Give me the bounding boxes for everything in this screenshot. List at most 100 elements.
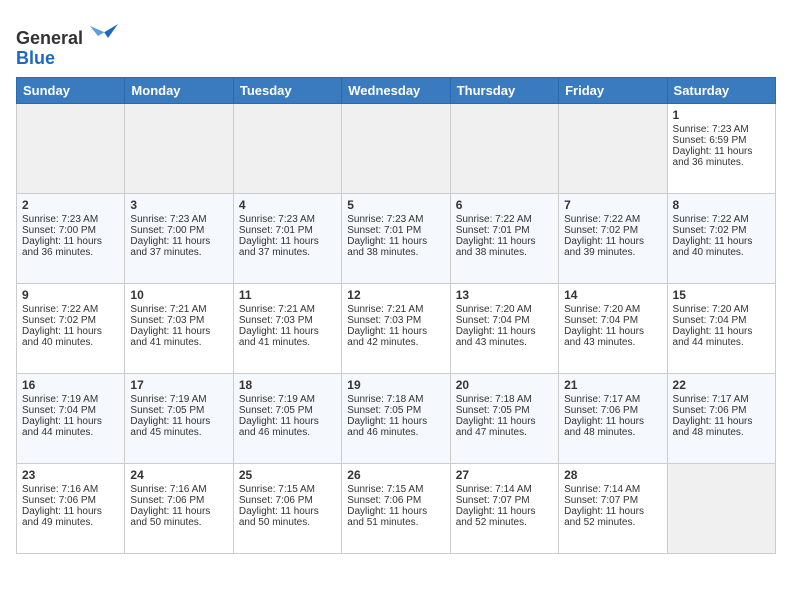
weekday-header-wednesday: Wednesday [342, 77, 450, 103]
sunrise-text: Sunrise: 7:23 AM [673, 124, 749, 135]
day-number: 1 [673, 108, 770, 122]
calendar-cell [17, 103, 125, 193]
weekday-header-tuesday: Tuesday [233, 77, 341, 103]
sunset-text: Sunset: 7:00 PM [130, 225, 204, 236]
daylight-text: Daylight: 11 hours and 44 minutes. [673, 326, 753, 348]
sunset-text: Sunset: 7:01 PM [239, 225, 313, 236]
sunset-text: Sunset: 7:07 PM [456, 495, 530, 506]
day-number: 23 [22, 468, 119, 482]
day-number: 4 [239, 198, 336, 212]
daylight-text: Daylight: 11 hours and 50 minutes. [130, 506, 210, 528]
day-number: 24 [130, 468, 227, 482]
sunset-text: Sunset: 7:06 PM [239, 495, 313, 506]
day-number: 10 [130, 288, 227, 302]
page-header: General Blue [16, 16, 776, 69]
sunrise-text: Sunrise: 7:20 AM [456, 304, 532, 315]
daylight-text: Daylight: 11 hours and 46 minutes. [239, 416, 319, 438]
daylight-text: Daylight: 11 hours and 51 minutes. [347, 506, 427, 528]
day-number: 8 [673, 198, 770, 212]
sunset-text: Sunset: 7:03 PM [347, 315, 421, 326]
calendar-cell: 19Sunrise: 7:18 AMSunset: 7:05 PMDayligh… [342, 373, 450, 463]
calendar-cell: 22Sunrise: 7:17 AMSunset: 7:06 PMDayligh… [667, 373, 775, 463]
calendar-week-1: 1Sunrise: 7:23 AMSunset: 6:59 PMDaylight… [17, 103, 776, 193]
calendar-cell: 11Sunrise: 7:21 AMSunset: 7:03 PMDayligh… [233, 283, 341, 373]
daylight-text: Daylight: 11 hours and 49 minutes. [22, 506, 102, 528]
sunrise-text: Sunrise: 7:20 AM [564, 304, 640, 315]
daylight-text: Daylight: 11 hours and 45 minutes. [130, 416, 210, 438]
calendar-cell: 12Sunrise: 7:21 AMSunset: 7:03 PMDayligh… [342, 283, 450, 373]
day-number: 22 [673, 378, 770, 392]
calendar-cell [450, 103, 558, 193]
daylight-text: Daylight: 11 hours and 36 minutes. [673, 146, 753, 168]
sunset-text: Sunset: 7:03 PM [130, 315, 204, 326]
sunrise-text: Sunrise: 7:14 AM [456, 484, 532, 495]
weekday-header-friday: Friday [559, 77, 667, 103]
logo-blue-text: Blue [16, 48, 55, 68]
logo-general-text: General [16, 28, 83, 48]
daylight-text: Daylight: 11 hours and 52 minutes. [456, 506, 536, 528]
sunset-text: Sunset: 7:00 PM [22, 225, 96, 236]
day-number: 21 [564, 378, 661, 392]
sunset-text: Sunset: 7:04 PM [22, 405, 96, 416]
calendar-cell [559, 103, 667, 193]
sunset-text: Sunset: 7:07 PM [564, 495, 638, 506]
day-number: 28 [564, 468, 661, 482]
daylight-text: Daylight: 11 hours and 47 minutes. [456, 416, 536, 438]
daylight-text: Daylight: 11 hours and 39 minutes. [564, 236, 644, 258]
sunrise-text: Sunrise: 7:16 AM [22, 484, 98, 495]
calendar-cell: 1Sunrise: 7:23 AMSunset: 6:59 PMDaylight… [667, 103, 775, 193]
sunset-text: Sunset: 7:04 PM [564, 315, 638, 326]
sunset-text: Sunset: 7:01 PM [347, 225, 421, 236]
sunset-text: Sunset: 7:05 PM [130, 405, 204, 416]
sunset-text: Sunset: 7:06 PM [130, 495, 204, 506]
calendar-cell: 10Sunrise: 7:21 AMSunset: 7:03 PMDayligh… [125, 283, 233, 373]
calendar-cell [667, 463, 775, 553]
daylight-text: Daylight: 11 hours and 43 minutes. [564, 326, 644, 348]
sunset-text: Sunset: 7:05 PM [347, 405, 421, 416]
sunset-text: Sunset: 7:06 PM [564, 405, 638, 416]
sunrise-text: Sunrise: 7:15 AM [347, 484, 423, 495]
calendar-cell: 5Sunrise: 7:23 AMSunset: 7:01 PMDaylight… [342, 193, 450, 283]
day-number: 13 [456, 288, 553, 302]
sunset-text: Sunset: 7:05 PM [456, 405, 530, 416]
day-number: 20 [456, 378, 553, 392]
sunrise-text: Sunrise: 7:21 AM [130, 304, 206, 315]
calendar-cell: 21Sunrise: 7:17 AMSunset: 7:06 PMDayligh… [559, 373, 667, 463]
calendar-cell: 3Sunrise: 7:23 AMSunset: 7:00 PMDaylight… [125, 193, 233, 283]
day-number: 15 [673, 288, 770, 302]
daylight-text: Daylight: 11 hours and 42 minutes. [347, 326, 427, 348]
daylight-text: Daylight: 11 hours and 40 minutes. [22, 326, 102, 348]
logo: General Blue [16, 16, 118, 69]
sunset-text: Sunset: 7:02 PM [564, 225, 638, 236]
sunrise-text: Sunrise: 7:20 AM [673, 304, 749, 315]
calendar-header-row: SundayMondayTuesdayWednesdayThursdayFrid… [17, 77, 776, 103]
day-number: 18 [239, 378, 336, 392]
sunrise-text: Sunrise: 7:18 AM [347, 394, 423, 405]
sunrise-text: Sunrise: 7:23 AM [239, 214, 315, 225]
daylight-text: Daylight: 11 hours and 48 minutes. [673, 416, 753, 438]
day-number: 5 [347, 198, 444, 212]
sunset-text: Sunset: 7:06 PM [347, 495, 421, 506]
sunset-text: Sunset: 7:02 PM [22, 315, 96, 326]
weekday-header-sunday: Sunday [17, 77, 125, 103]
calendar-cell: 27Sunrise: 7:14 AMSunset: 7:07 PMDayligh… [450, 463, 558, 553]
day-number: 9 [22, 288, 119, 302]
calendar-cell: 2Sunrise: 7:23 AMSunset: 7:00 PMDaylight… [17, 193, 125, 283]
daylight-text: Daylight: 11 hours and 37 minutes. [130, 236, 210, 258]
weekday-header-saturday: Saturday [667, 77, 775, 103]
calendar-cell: 26Sunrise: 7:15 AMSunset: 7:06 PMDayligh… [342, 463, 450, 553]
sunrise-text: Sunrise: 7:22 AM [456, 214, 532, 225]
calendar-table: SundayMondayTuesdayWednesdayThursdayFrid… [16, 77, 776, 554]
calendar-cell: 23Sunrise: 7:16 AMSunset: 7:06 PMDayligh… [17, 463, 125, 553]
daylight-text: Daylight: 11 hours and 38 minutes. [456, 236, 536, 258]
sunset-text: Sunset: 7:03 PM [239, 315, 313, 326]
sunrise-text: Sunrise: 7:17 AM [564, 394, 640, 405]
day-number: 6 [456, 198, 553, 212]
daylight-text: Daylight: 11 hours and 38 minutes. [347, 236, 427, 258]
weekday-header-thursday: Thursday [450, 77, 558, 103]
sunrise-text: Sunrise: 7:23 AM [22, 214, 98, 225]
weekday-header-monday: Monday [125, 77, 233, 103]
calendar-week-2: 2Sunrise: 7:23 AMSunset: 7:00 PMDaylight… [17, 193, 776, 283]
daylight-text: Daylight: 11 hours and 52 minutes. [564, 506, 644, 528]
calendar-cell: 16Sunrise: 7:19 AMSunset: 7:04 PMDayligh… [17, 373, 125, 463]
